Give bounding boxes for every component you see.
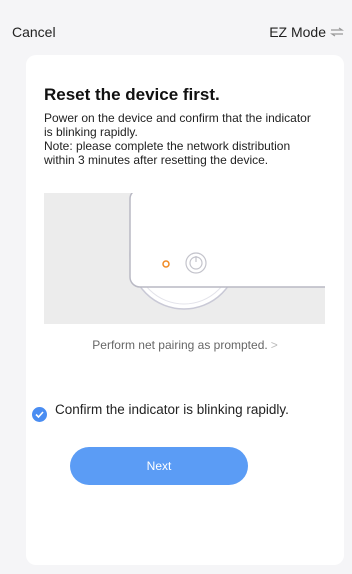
check-icon [32, 407, 47, 422]
pairing-prompt-link[interactable]: Perform net pairing as prompted. > [26, 338, 344, 352]
confirm-label: Confirm the indicator is blinking rapidl… [55, 402, 289, 417]
confirm-indicator-checkbox[interactable]: Confirm the indicator is blinking rapidl… [32, 402, 292, 422]
instruction-line: Power on the device and confirm that the… [44, 111, 311, 139]
device-body-icon [129, 193, 325, 288]
top-bar: Cancel EZ Mode [0, 0, 352, 60]
pairing-link-label: Perform net pairing as prompted. [92, 338, 268, 352]
cancel-button[interactable]: Cancel [12, 24, 56, 40]
instructions: Power on the device and confirm that the… [44, 111, 322, 167]
swap-icon [330, 27, 344, 37]
ez-mode-switch[interactable]: EZ Mode [269, 24, 344, 40]
device-reset-illustration [44, 193, 325, 324]
mode-label: EZ Mode [269, 24, 326, 40]
chevron-right-icon: > [270, 338, 278, 352]
next-button[interactable]: Next [70, 447, 248, 485]
page-title: Reset the device first. [44, 85, 220, 104]
reset-card: Reset the device first. Power on the dev… [26, 55, 344, 565]
instruction-note: Note: please complete the network distri… [44, 139, 291, 167]
